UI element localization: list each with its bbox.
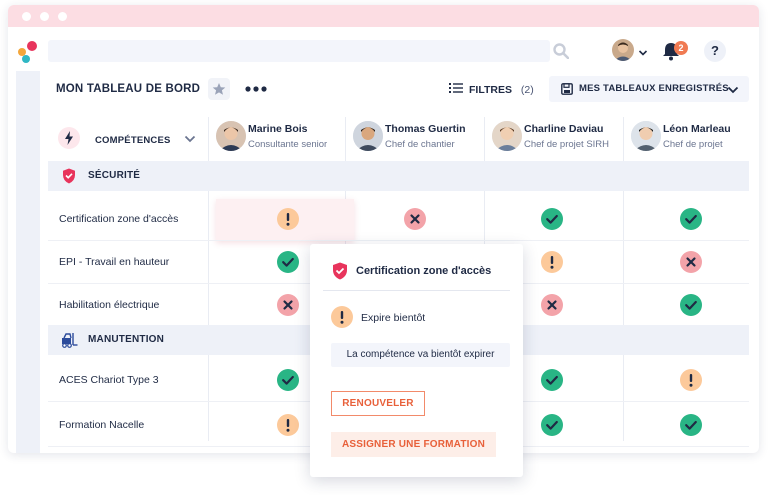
- person-name: Marine Bois: [248, 123, 308, 135]
- window-titlebar: [8, 5, 759, 27]
- person-name: Léon Marleau: [663, 123, 731, 135]
- user-avatar[interactable]: [612, 39, 634, 61]
- person-name: Charline Daviau: [524, 123, 604, 135]
- status-cell[interactable]: [208, 197, 345, 241]
- left-sidebar: [16, 71, 40, 453]
- person-role: Chef de projet: [663, 139, 723, 150]
- lightning-icon: [58, 127, 80, 149]
- person-column-header[interactable]: Marine Bois Consultante senior: [208, 113, 345, 161]
- shield-icon: [63, 168, 75, 184]
- forklift-icon: [62, 333, 78, 348]
- person-avatar: [631, 121, 661, 151]
- window-dot-close[interactable]: [22, 12, 31, 21]
- person-role: Chef de projet SIRH: [524, 139, 610, 150]
- saved-boards-dropdown[interactable]: MES TABLEAUX ENREGISTRÉS: [549, 76, 749, 102]
- table-row: Certification zone d'accès: [48, 197, 749, 241]
- person-column-header[interactable]: Léon Marleau Chef de projet: [623, 113, 749, 161]
- more-options-icon[interactable]: [244, 82, 268, 96]
- competence-name: EPI - Travail en hauteur: [59, 256, 170, 268]
- window-dot-minimize[interactable]: [40, 12, 49, 21]
- cross-status-icon: [541, 294, 563, 316]
- check-status-icon: [541, 208, 563, 230]
- chevron-down-icon: [727, 86, 739, 94]
- shield-icon: [333, 262, 347, 280]
- section-label: MANUTENTION: [88, 334, 165, 345]
- popover-status-text: Expire bientôt: [361, 312, 426, 324]
- window-dot-maximize[interactable]: [58, 12, 67, 21]
- competence-name: Certification zone d'accès: [59, 213, 179, 225]
- cross-status-icon: [680, 251, 702, 273]
- competence-name: Formation Nacelle: [59, 419, 145, 431]
- warning-status-icon: [680, 369, 702, 391]
- warning-status-icon: [277, 208, 299, 230]
- warning-status-icon: [277, 414, 299, 436]
- filters-label: FILTRES: [469, 84, 512, 96]
- person-avatar: [216, 121, 246, 151]
- status-cell[interactable]: [345, 197, 484, 241]
- cross-status-icon: [404, 208, 426, 230]
- status-cell[interactable]: [623, 283, 749, 327]
- cross-status-icon: [277, 294, 299, 316]
- competence-name: Habilitation électrique: [59, 299, 160, 311]
- person-column-header[interactable]: Thomas Guertin Chef de chantier: [345, 113, 484, 161]
- person-avatar: [492, 121, 522, 151]
- competence-name: ACES Chariot Type 3: [59, 374, 159, 386]
- saved-boards-label: MES TABLEAUX ENREGISTRÉS: [579, 83, 729, 94]
- check-status-icon: [541, 369, 563, 391]
- help-button[interactable]: ?: [704, 40, 726, 62]
- person-column-header[interactable]: Charline Daviau Chef de projet SIRH: [484, 113, 623, 161]
- status-cell[interactable]: [623, 240, 749, 284]
- competences-column-header[interactable]: COMPÉTENCES: [48, 113, 208, 161]
- warning-status-icon: [541, 251, 563, 273]
- assign-training-button[interactable]: ASSIGNER UNE FORMATION: [331, 432, 496, 457]
- status-cell[interactable]: [623, 403, 749, 447]
- filters-button[interactable]: FILTRES (2): [449, 82, 534, 98]
- page-title: MON TABLEAU DE BORD: [56, 83, 201, 95]
- chevron-down-icon: [184, 135, 196, 143]
- status-cell[interactable]: [623, 358, 749, 402]
- popover-title: Certification zone d'accès: [356, 265, 492, 277]
- check-status-icon: [680, 208, 702, 230]
- competences-label: COMPÉTENCES: [95, 135, 171, 146]
- popover-divider: [323, 290, 510, 291]
- person-name: Thomas Guertin: [385, 123, 466, 135]
- chevron-down-icon[interactable]: [638, 49, 648, 57]
- notification-badge: 2: [674, 41, 688, 55]
- check-status-icon: [680, 294, 702, 316]
- app-logo[interactable]: [18, 41, 40, 63]
- person-role: Consultante senior: [248, 139, 328, 150]
- search-input[interactable]: [48, 40, 550, 62]
- renew-button[interactable]: RENOUVELER: [331, 391, 425, 416]
- filter-list-icon: [449, 83, 463, 93]
- status-cell[interactable]: [484, 197, 623, 241]
- check-status-icon: [277, 251, 299, 273]
- save-icon: [561, 83, 573, 95]
- check-status-icon: [277, 369, 299, 391]
- warning-icon: [331, 306, 353, 328]
- section-header[interactable]: SÉCURITÉ: [48, 161, 749, 191]
- favorite-button[interactable]: [208, 78, 230, 100]
- search-icon[interactable]: [553, 43, 569, 59]
- person-avatar: [353, 121, 383, 151]
- filters-count: (2): [520, 84, 534, 96]
- section-label: SÉCURITÉ: [88, 170, 141, 181]
- competence-popover: Certification zone d'accès Expire bientô…: [310, 244, 523, 477]
- check-status-icon: [680, 414, 702, 436]
- status-cell[interactable]: [623, 197, 749, 241]
- popover-description: La compétence va bientôt expirer: [331, 343, 510, 367]
- check-status-icon: [541, 414, 563, 436]
- star-icon: [212, 83, 226, 95]
- person-role: Chef de chantier: [385, 139, 455, 150]
